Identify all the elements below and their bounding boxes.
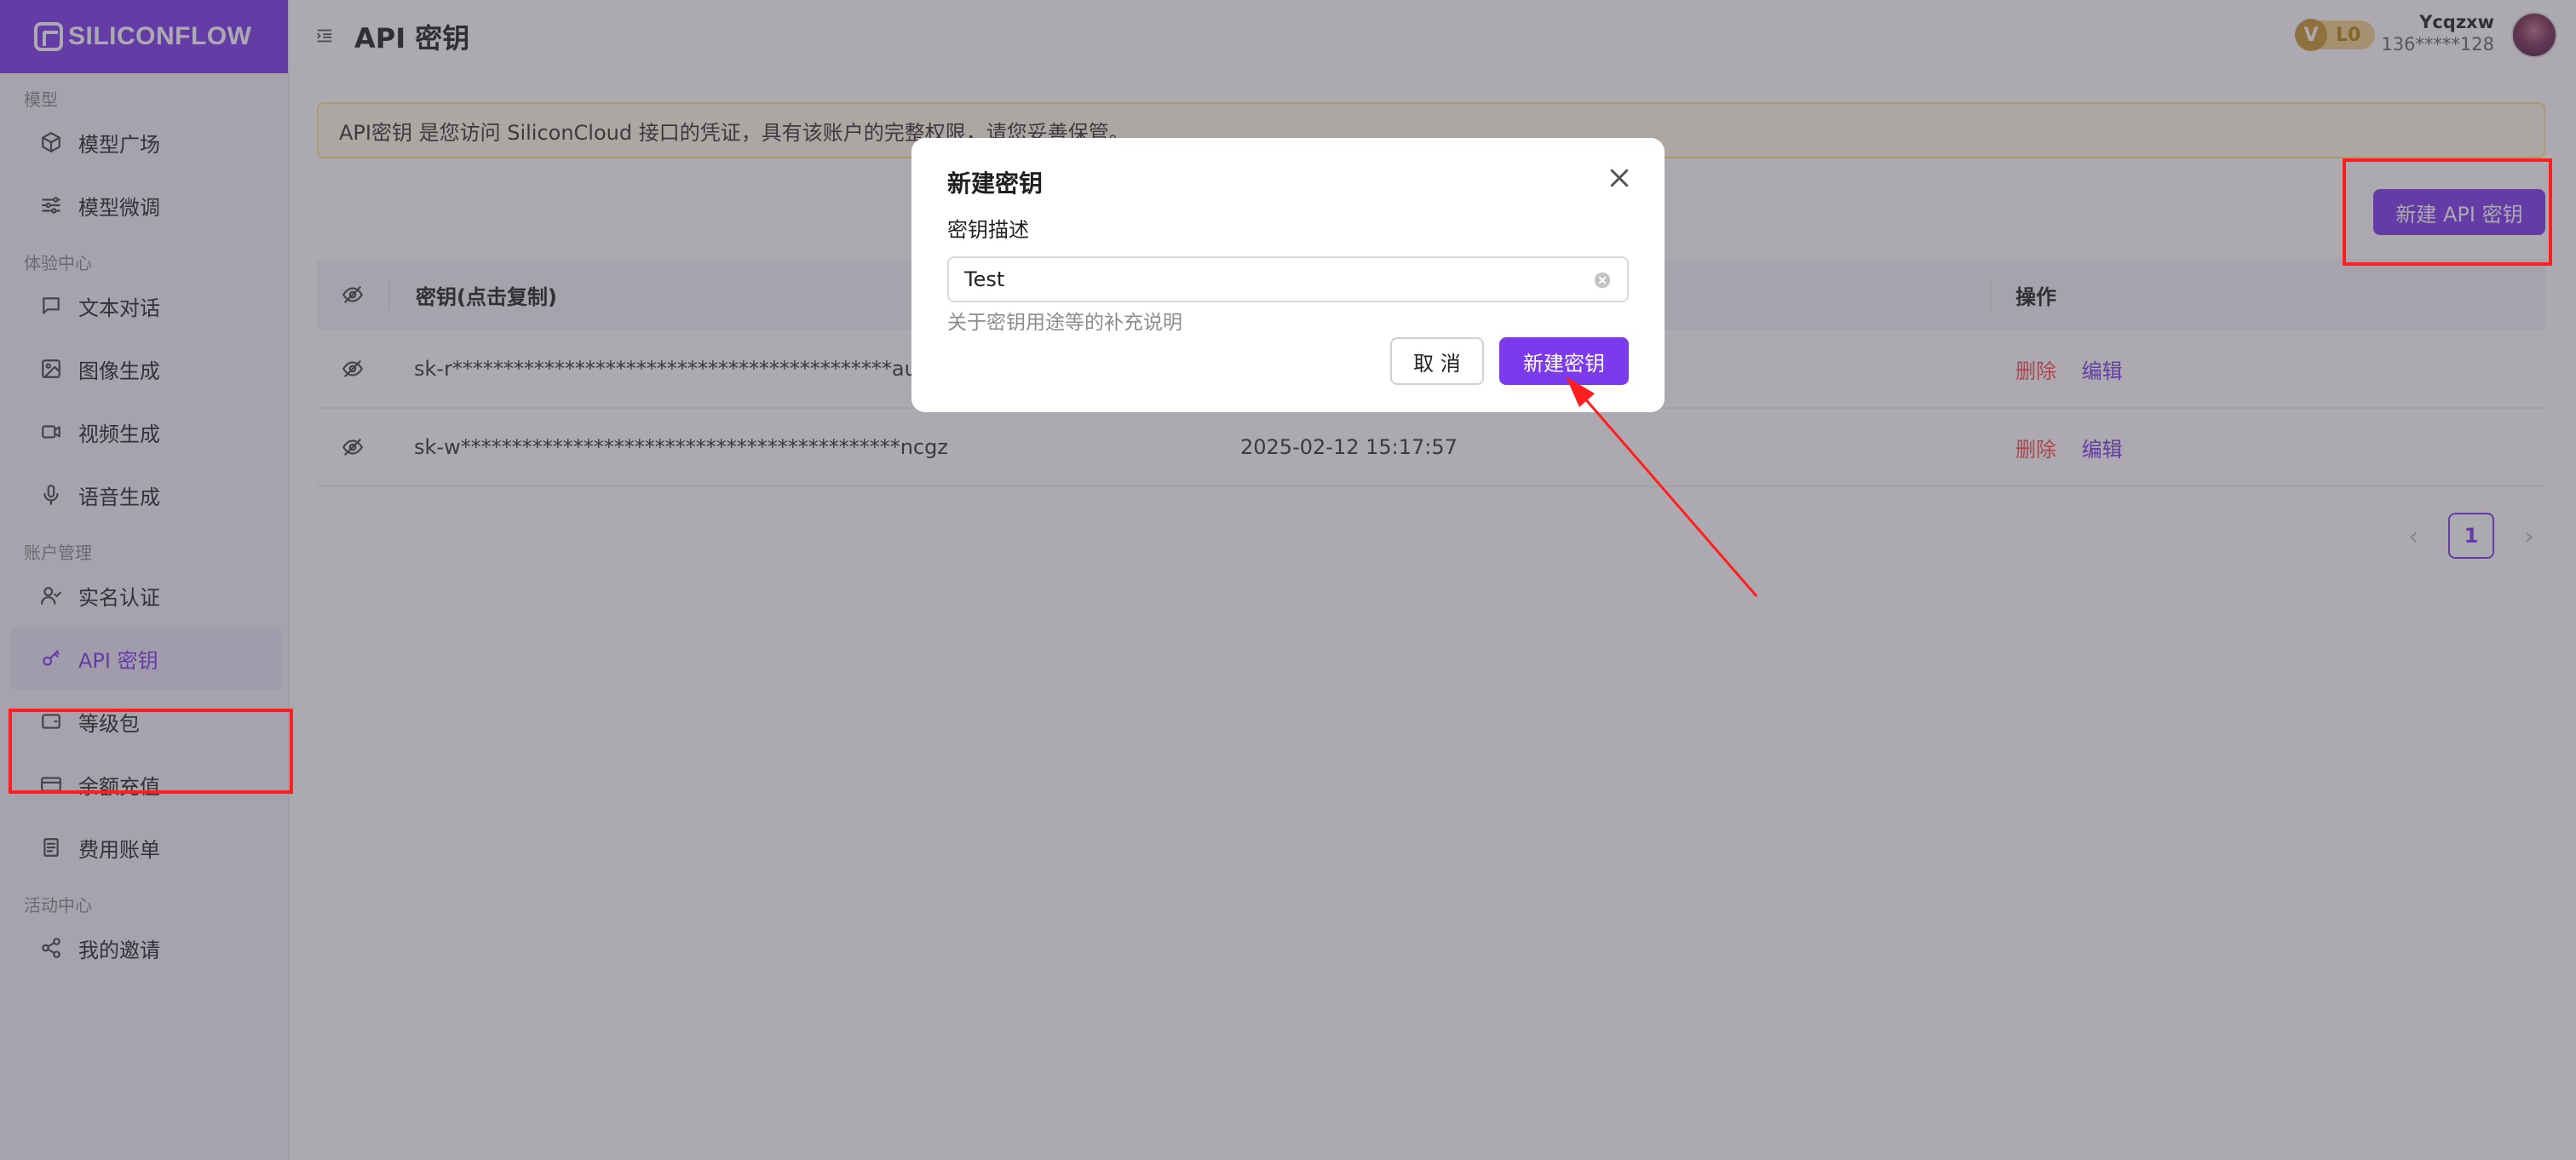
annotation-highlight-api-key-menu [9,709,293,794]
new-key-modal: 新建密钥 密钥描述 关于密钥用途等的补充说明 取 消 新建密钥 [911,138,1665,412]
close-icon[interactable] [1607,165,1634,192]
annotation-highlight-new-key [2343,158,2552,266]
key-description-help: 关于密钥用途等的补充说明 [947,312,1182,334]
modal-actions: 取 消 新建密钥 [1390,337,1629,385]
key-description-field[interactable] [947,256,1629,302]
key-description-label: 密钥描述 [947,218,1029,242]
clear-input-icon[interactable] [1593,271,1612,290]
create-key-button[interactable]: 新建密钥 [1499,337,1629,385]
modal-title: 新建密钥 [947,169,1044,198]
cancel-button[interactable]: 取 消 [1390,337,1484,385]
key-description-input[interactable] [964,267,1595,291]
